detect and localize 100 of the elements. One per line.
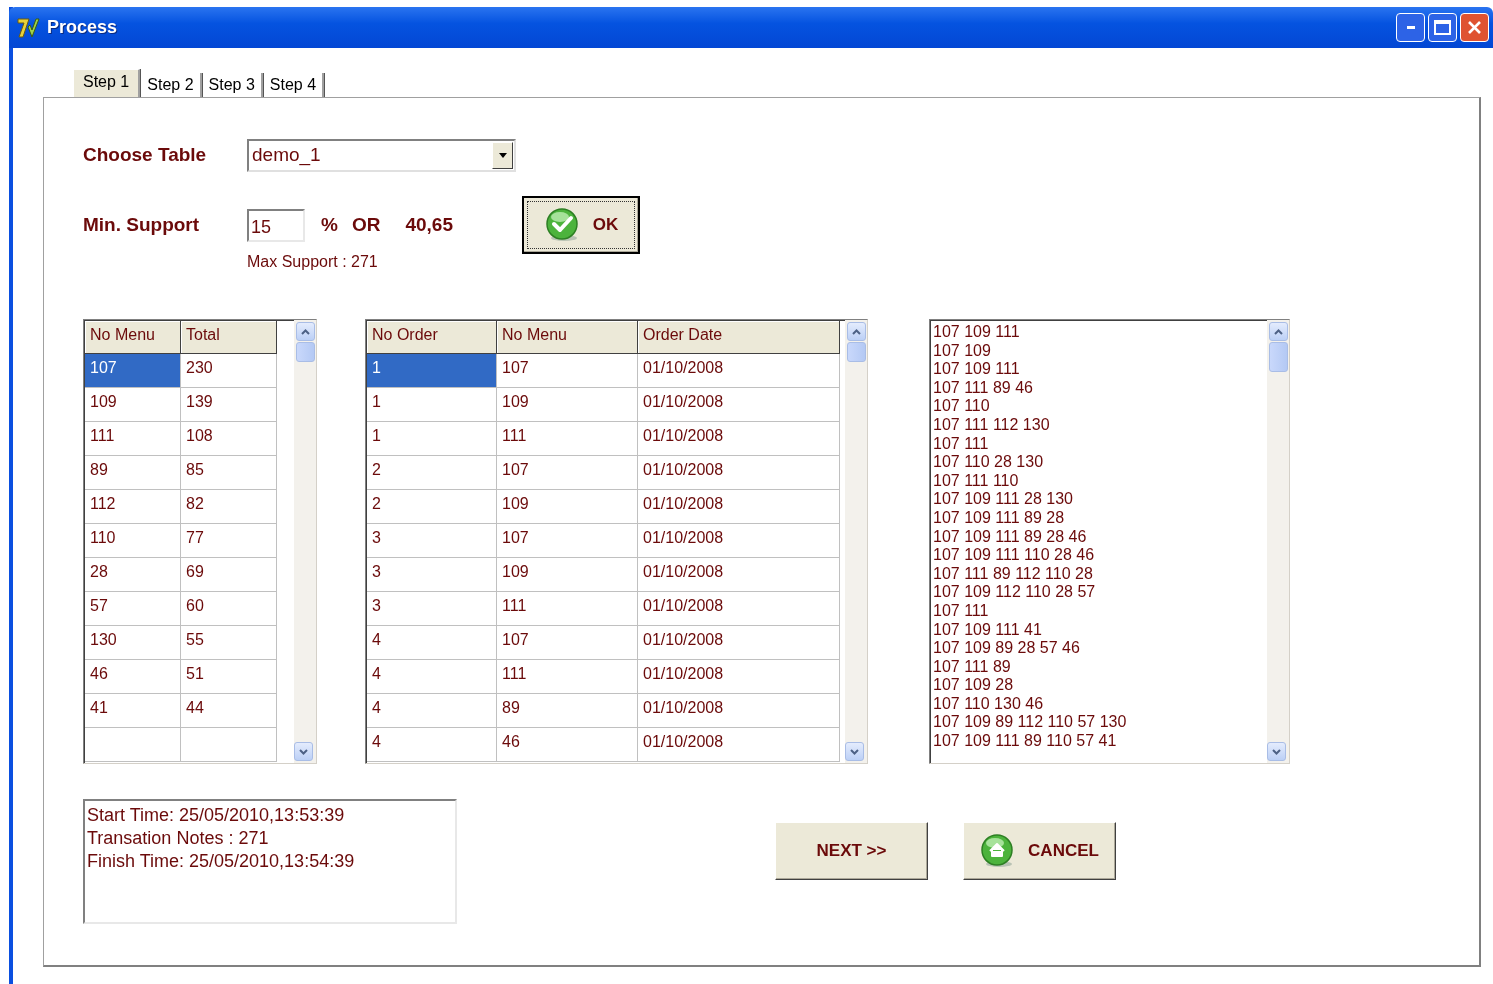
list-item[interactable]: 107 111	[933, 434, 989, 454]
column-header[interactable]: Total	[181, 321, 277, 354]
table-cell[interactable]: 111	[497, 660, 638, 694]
table-cell[interactable]: 01/10/2008	[638, 388, 840, 422]
table-cell[interactable]: 109	[497, 388, 638, 422]
close-button[interactable]	[1460, 13, 1489, 42]
list-item[interactable]: 107 110	[933, 397, 990, 416]
table-cell[interactable]: 107	[497, 524, 638, 558]
table-cell[interactable]: 2	[367, 456, 497, 490]
table-cell[interactable]: 01/10/2008	[638, 660, 840, 694]
table-cell[interactable]: 44	[181, 694, 277, 728]
column-header[interactable]: No Menu	[497, 321, 638, 354]
list-item[interactable]: 107 109 111 110 28 46	[933, 546, 1095, 565]
scroll-up-button[interactable]	[295, 322, 315, 341]
scrollbar[interactable]	[294, 320, 316, 763]
table-cell[interactable]: 01/10/2008	[638, 592, 840, 626]
list-item[interactable]: 107 109 28	[933, 676, 1014, 695]
list-item[interactable]: 107 111 89 46	[933, 378, 1033, 398]
table-cell[interactable]: 4	[367, 626, 497, 660]
table-cell[interactable]: 51	[181, 660, 277, 694]
table-cell[interactable]: 3	[367, 558, 497, 592]
table-cell[interactable]: 1	[367, 354, 497, 388]
table-cell[interactable]: 110	[85, 524, 181, 558]
table-cell[interactable]: 107	[497, 456, 638, 490]
list-item[interactable]: 107 109 89 28 57 46	[933, 639, 1080, 658]
table-cell[interactable]: 28	[85, 558, 181, 592]
table-cell[interactable]: 112	[85, 490, 181, 524]
list-item[interactable]: 107 109 111 28 130	[933, 490, 1073, 509]
list-item[interactable]: 107 109 111	[933, 360, 1020, 379]
scroll-thumb[interactable]	[295, 342, 315, 362]
table-cell[interactable]: 89	[85, 456, 181, 490]
min-support-input[interactable]: 15	[247, 208, 305, 242]
table-cell[interactable]: 46	[497, 728, 638, 762]
scroll-thumb[interactable]	[1268, 342, 1288, 372]
table-cell[interactable]: 230	[181, 354, 277, 388]
table-cell[interactable]: 01/10/2008	[638, 456, 840, 490]
table-cell[interactable]: 01/10/2008	[638, 626, 840, 660]
table-cell[interactable]: 01/10/2008	[638, 524, 840, 558]
list-item[interactable]: 107 109 111 89 110 57 41	[933, 732, 1117, 751]
maximize-button[interactable]	[1428, 13, 1457, 42]
list-item[interactable]: 107 109 111 41	[933, 620, 1042, 640]
table-cell[interactable]: 01/10/2008	[638, 558, 840, 592]
table-cell[interactable]: 60	[181, 592, 277, 626]
list-item[interactable]: 107 109 111 89 28	[933, 508, 1065, 528]
table-cell[interactable]: 107	[497, 626, 638, 660]
list-item[interactable]: 107 111 89	[933, 657, 1011, 677]
minimize-button[interactable]	[1396, 13, 1425, 42]
list-item[interactable]: 107 111	[933, 601, 989, 621]
table-cell[interactable]: 111	[497, 592, 638, 626]
list-item[interactable]: 107 109 112 110 28 57	[933, 583, 1096, 602]
scrollbar[interactable]	[1267, 320, 1289, 763]
list-item[interactable]: 107 111 110	[933, 471, 1019, 491]
table-cell[interactable]: 89	[497, 694, 638, 728]
next-button[interactable]: NEXT >>	[775, 822, 928, 880]
table-cell[interactable]: 82	[181, 490, 277, 524]
column-header[interactable]: No Order	[367, 321, 497, 354]
table-cell[interactable]: 01/10/2008	[638, 728, 840, 762]
table-cell[interactable]: 55	[181, 626, 277, 660]
table-cell[interactable]: 2	[367, 490, 497, 524]
table-cell[interactable]: 01/10/2008	[638, 354, 840, 388]
list-item[interactable]: 107 109 111 89 28 46	[933, 527, 1087, 547]
table-cell[interactable]: 111	[85, 422, 181, 456]
column-header[interactable]: Order Date	[638, 321, 840, 354]
table-cell[interactable]: 01/10/2008	[638, 422, 840, 456]
scroll-up-button[interactable]	[1268, 322, 1288, 341]
table-cell[interactable]: 108	[181, 422, 277, 456]
list-item[interactable]: 107 109 111	[933, 323, 1020, 342]
table-cell[interactable]: 46	[85, 660, 181, 694]
scroll-up-button[interactable]	[846, 322, 866, 341]
table-cell[interactable]: 109	[497, 558, 638, 592]
scroll-down-button[interactable]	[845, 742, 864, 761]
table-dropdown[interactable]: demo_1	[247, 138, 516, 172]
table-cell[interactable]: 107	[85, 354, 181, 388]
table-cell[interactable]: 107	[497, 354, 638, 388]
list-item[interactable]: 107 109	[933, 341, 991, 361]
table-cell[interactable]: 77	[181, 524, 277, 558]
scroll-thumb[interactable]	[846, 342, 866, 362]
table-cell[interactable]: 01/10/2008	[638, 694, 840, 728]
table-cell[interactable]: 109	[85, 388, 181, 422]
table-cell[interactable]: 4	[367, 660, 497, 694]
table-cell[interactable]: 41	[85, 694, 181, 728]
column-header[interactable]: No Menu	[85, 321, 181, 354]
table-cell[interactable]: 69	[181, 558, 277, 592]
ok-button[interactable]: OK	[522, 196, 641, 254]
list-item[interactable]: 107 109 89 112 110 57 130	[933, 713, 1127, 733]
table-cell[interactable]: 1	[367, 422, 497, 456]
table-cell[interactable]: 3	[367, 524, 497, 558]
table-cell[interactable]: 130	[85, 626, 181, 660]
scrollbar[interactable]	[845, 320, 867, 763]
list-item[interactable]: 107 110 130 46	[933, 694, 1044, 714]
table-cell[interactable]: 57	[85, 592, 181, 626]
table-cell[interactable]: 109	[497, 490, 638, 524]
list-item[interactable]: 107 111 89 112 110 28	[933, 564, 1093, 584]
table-cell[interactable]: 4	[367, 694, 497, 728]
table-cell[interactable]: 111	[497, 422, 638, 456]
cancel-button[interactable]: CANCEL	[963, 822, 1116, 880]
scroll-down-button[interactable]	[294, 742, 313, 761]
table-cell[interactable]: 85	[181, 456, 277, 490]
table-cell[interactable]: 01/10/2008	[638, 490, 840, 524]
list-item[interactable]: 107 111 112 130	[933, 415, 1050, 435]
